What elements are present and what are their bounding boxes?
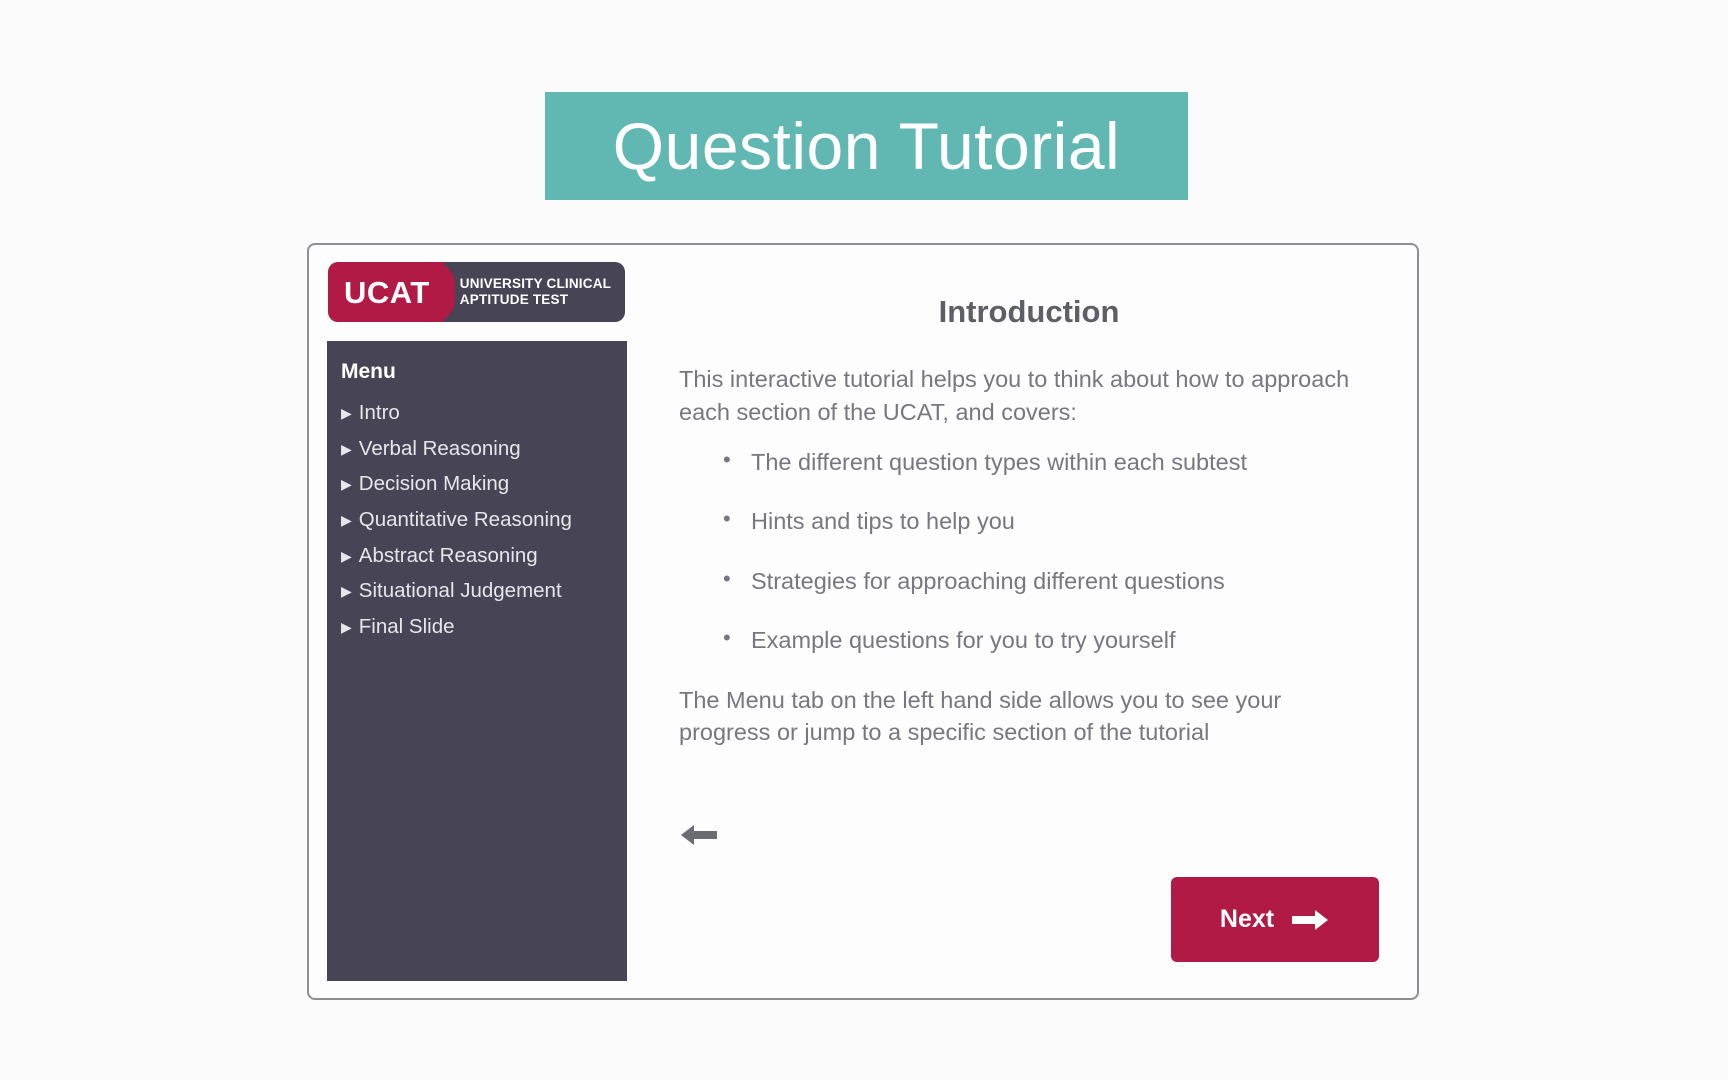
slide-bullet-list: The different question types within each…: [679, 445, 1379, 657]
slide-heading: Introduction: [938, 294, 1120, 329]
sidebar-item-verbal-reasoning[interactable]: ▶ Verbal Reasoning: [341, 431, 627, 467]
tutorial-card: UCAT UNIVERSITY CLINICAL APTITUDE TEST M…: [307, 243, 1419, 1000]
list-item: Hints and tips to help you: [679, 504, 1379, 537]
sidebar-item-decision-making[interactable]: ▶ Decision Making: [341, 466, 627, 502]
triangle-right-icon: ▶: [341, 405, 352, 422]
ucat-logo-panel-line-1: UNIVERSITY CLINICAL: [459, 275, 612, 291]
sidebar-item-label: Abstract Reasoning: [358, 543, 538, 567]
back-button[interactable]: [679, 821, 719, 849]
list-item: The different question types within each…: [679, 445, 1379, 478]
sidebar-item-quantitative-reasoning[interactable]: ▶ Quantitative Reasoning: [341, 502, 627, 538]
sidebar-item-label: Intro: [358, 401, 400, 425]
next-button-label: Next: [1219, 905, 1275, 933]
page-root: Question Tutorial UCAT UNIVERSITY CLINIC…: [0, 0, 1728, 1080]
ucat-logo-mark-text: UCAT: [344, 274, 430, 310]
triangle-right-icon: ▶: [341, 440, 352, 457]
arrow-left-icon: [681, 825, 717, 845]
arrow-right-icon: [1292, 909, 1329, 930]
page-title-banner: Question Tutorial: [545, 92, 1188, 200]
slide-closing-paragraph: The Menu tab on the left hand side allow…: [679, 686, 1282, 746]
ucat-logo: UCAT UNIVERSITY CLINICAL APTITUDE TEST: [328, 262, 626, 322]
sidebar-item-label: Final Slide: [358, 614, 455, 638]
sidebar-item-situational-judgement[interactable]: ▶ Situational Judgement: [341, 573, 627, 609]
slide-content: Introduction This interactive tutorial h…: [645, 245, 1417, 998]
sidebar-item-label: Situational Judgement: [358, 579, 562, 603]
triangle-right-icon: ▶: [341, 476, 352, 493]
triangle-right-icon: ▶: [341, 618, 352, 635]
slide-intro-paragraph: This interactive tutorial helps you to t…: [679, 366, 1350, 425]
list-item: Strategies for approaching different que…: [679, 564, 1379, 597]
sidebar-item-label: Decision Making: [358, 472, 510, 496]
ucat-logo-panel: UNIVERSITY CLINICAL APTITUDE TEST: [443, 262, 626, 322]
sidebar-menu: Menu ▶ Intro ▶ Verbal Reasoning ▶ Decisi…: [327, 341, 627, 981]
page-title: Question Tutorial: [612, 109, 1121, 183]
sidebar-item-final-slide[interactable]: ▶ Final Slide: [341, 609, 627, 645]
sidebar-item-abstract-reasoning[interactable]: ▶ Abstract Reasoning: [341, 538, 627, 574]
triangle-right-icon: ▶: [341, 547, 352, 564]
sidebar-item-label: Quantitative Reasoning: [358, 508, 572, 532]
sidebar-item-label: Verbal Reasoning: [358, 436, 521, 460]
triangle-right-icon: ▶: [341, 583, 352, 600]
sidebar-item-intro[interactable]: ▶ Intro: [341, 395, 627, 431]
sidebar-title: Menu: [341, 360, 396, 383]
triangle-right-icon: ▶: [341, 512, 352, 529]
list-item: Example questions for you to try yoursel…: [679, 623, 1379, 656]
ucat-logo-mark: UCAT: [328, 262, 455, 322]
ucat-logo-panel-line-2: APTITUDE TEST: [459, 292, 569, 307]
next-button[interactable]: Next: [1171, 877, 1379, 962]
